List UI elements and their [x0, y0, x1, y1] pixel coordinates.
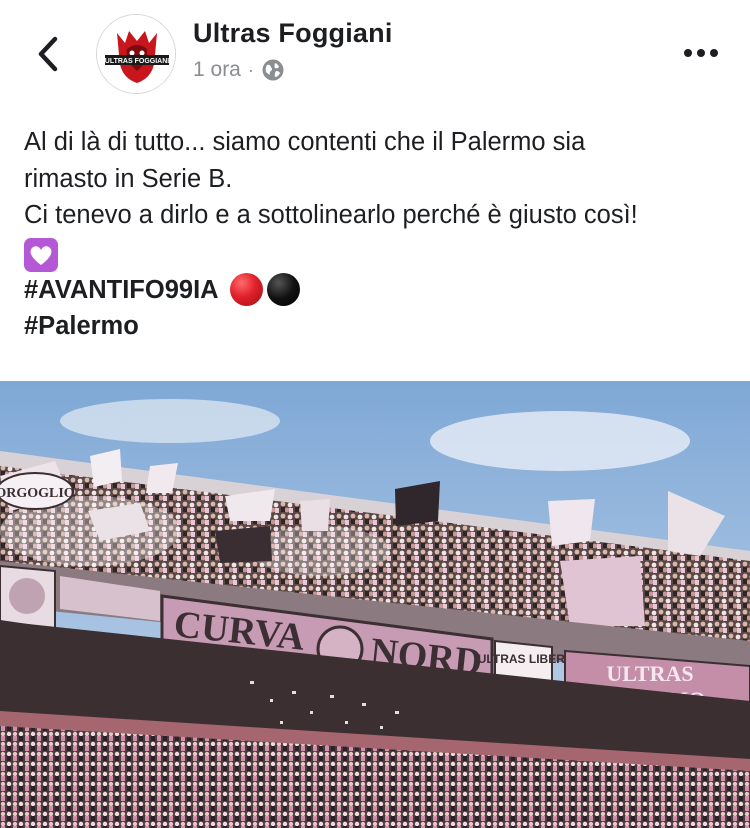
hashtag-palermo[interactable]: #Palermo: [24, 312, 139, 340]
hashtag-avantifoggia[interactable]: #AVANTIFO99IA: [24, 276, 219, 304]
avatar[interactable]: ULTRAS FOGGIANI: [96, 14, 176, 94]
hashtag-line-2: #Palermo: [24, 308, 734, 345]
post-line-1: Al di là di tutto... siamo contenti che …: [24, 128, 586, 156]
purple-heart-icon: [24, 237, 58, 272]
banner-ultras-liberi: ULTRAS LIBERI: [478, 652, 568, 666]
page-name-link[interactable]: Ultras Foggiani: [193, 18, 393, 49]
meta-separator: ·: [247, 59, 254, 80]
chevron-left-icon: [38, 36, 58, 72]
banner-orgoglio: ORGOGLIO: [0, 486, 75, 501]
red-circle-icon: [229, 272, 263, 306]
emoji-line: [24, 234, 734, 272]
post-line-3: Ci tenevo a dirlo e a sottolinearlo perc…: [24, 201, 638, 229]
stadium-crowd-image: ORGOGLIO CURVA NORD ULTRAS LIBERI ULTRAS…: [0, 381, 750, 828]
post-photo[interactable]: ORGOGLIO CURVA NORD ULTRAS LIBERI ULTRAS…: [0, 381, 750, 828]
banner-ultras: ULTRAS: [606, 661, 693, 686]
more-horizontal-icon: [684, 49, 718, 57]
more-options-button[interactable]: [676, 38, 726, 68]
post-header: ULTRAS FOGGIANI Ultras Foggiani 1 ora ·: [0, 0, 750, 110]
black-circle-icon: [266, 272, 300, 306]
post-meta: 1 ora ·: [193, 58, 285, 82]
post-line-2: rimasto in Serie B.: [24, 164, 233, 193]
logo-text: ULTRAS FOGGIANI: [105, 58, 169, 65]
globe-icon: [262, 59, 284, 81]
back-button[interactable]: [28, 30, 68, 78]
ultras-foggiani-logo: ULTRAS FOGGIANI: [97, 15, 175, 93]
post-timestamp[interactable]: 1 ora: [193, 58, 241, 82]
hashtag-line-1: #AVANTIFO99IA: [24, 272, 734, 309]
post-text: Al di là di tutto... siamo contenti che …: [24, 124, 734, 345]
